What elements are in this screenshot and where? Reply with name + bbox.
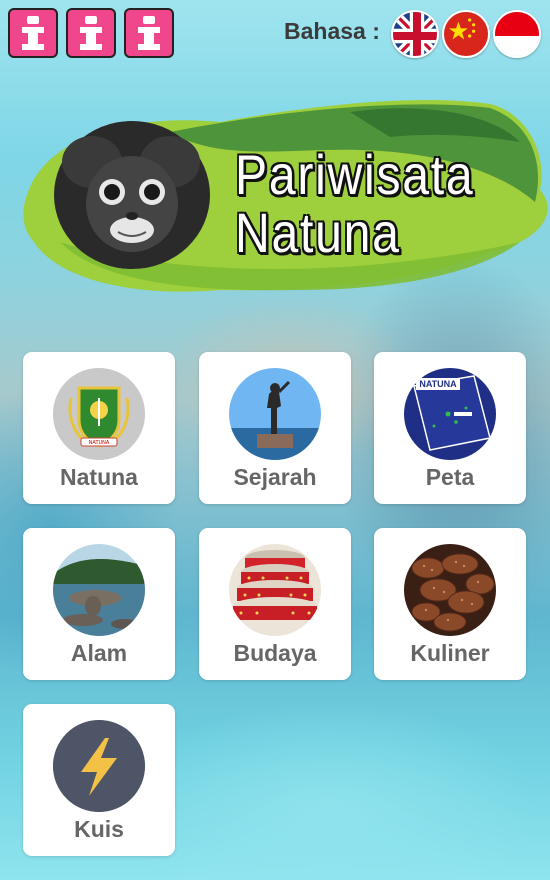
- menu-card-kuliner[interactable]: Kuliner: [374, 528, 526, 680]
- menu-label-budaya: Budaya: [233, 640, 317, 666]
- info-button-2[interactable]: [66, 8, 116, 58]
- menu-card-peta[interactable]: NATUNA Peta: [374, 352, 526, 504]
- menu-label-sejarah: Sejarah: [233, 464, 317, 490]
- menu-label-kuliner: Kuliner: [410, 640, 490, 666]
- monkey-mascot: [54, 121, 210, 269]
- info-button-1[interactable]: [8, 8, 58, 58]
- menu-card-budaya[interactable]: Budaya: [199, 528, 351, 680]
- map-title: NATUNA: [419, 379, 457, 389]
- emblem-ribbon: NATUNA: [89, 440, 110, 446]
- menu-card-alam[interactable]: Alam: [23, 528, 175, 680]
- info-icon: [20, 16, 46, 50]
- menu-card-kuis[interactable]: Kuis: [23, 704, 175, 856]
- menu-label-natuna: Natuna: [60, 464, 138, 490]
- app-title-line2: Natuna: [235, 201, 401, 264]
- china-flag-icon[interactable]: [442, 10, 490, 58]
- natuna-emblem-icon: NATUNA: [53, 368, 145, 460]
- drums-photo: [229, 544, 321, 636]
- info-icon: [136, 16, 162, 50]
- statue-photo: [229, 368, 321, 460]
- menu-label-peta: Peta: [425, 464, 475, 490]
- menu-card-sejarah[interactable]: Sejarah: [199, 352, 351, 504]
- menu-label-alam: Alam: [70, 640, 128, 666]
- info-button-3[interactable]: [124, 8, 174, 58]
- info-icon: [78, 16, 104, 50]
- language-label: Bahasa :: [284, 18, 380, 44]
- nature-photo: [53, 544, 145, 636]
- lightning-icon: [53, 720, 145, 812]
- title-banner: Pariwisata Natuna: [20, 92, 550, 302]
- menu-label-kuis: Kuis: [74, 816, 124, 842]
- uk-flag-icon[interactable]: [391, 10, 439, 58]
- food-photo: [404, 544, 496, 636]
- menu-card-natuna[interactable]: NATUNA Natuna: [23, 352, 175, 504]
- indonesia-flag-icon[interactable]: [493, 10, 541, 58]
- map-icon: NATUNA: [404, 368, 496, 460]
- app-title-line1: Pariwisata: [235, 143, 475, 206]
